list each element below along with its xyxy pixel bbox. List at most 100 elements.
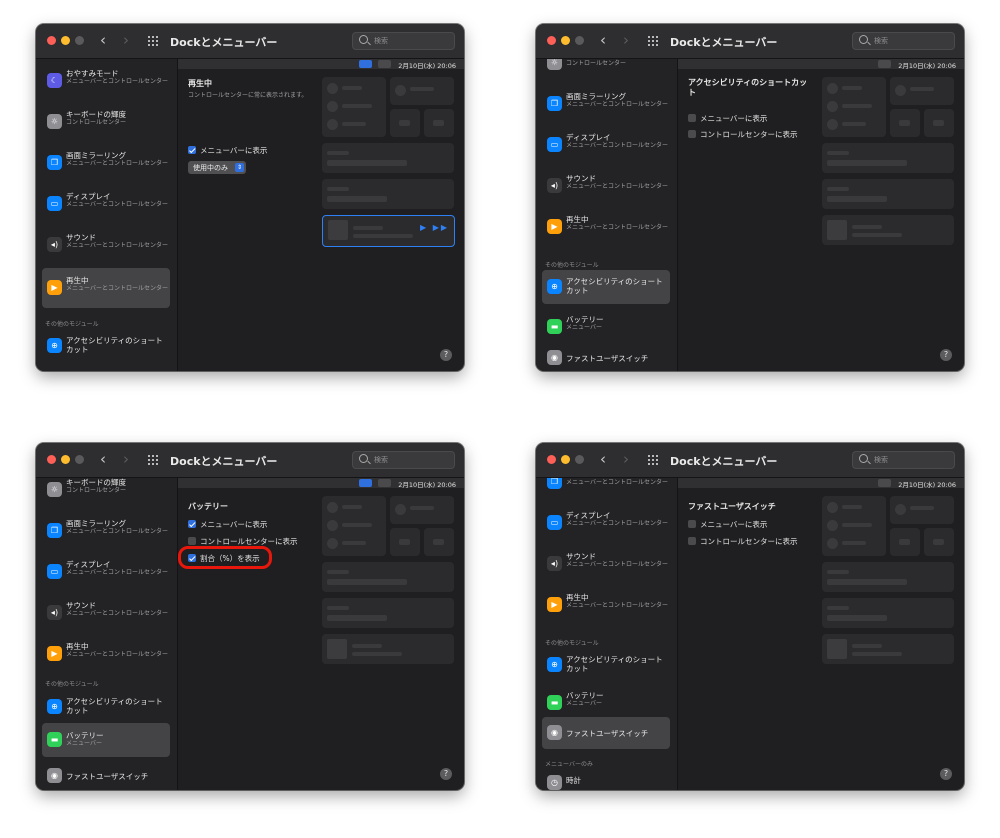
sidebar-item-fast-user-switching[interactable]: ◉ ファストユーザスイッチ: [42, 763, 170, 789]
help-button[interactable]: ?: [440, 349, 452, 361]
menubar-preview: 2月10日(水) 20:06: [678, 59, 964, 70]
close-window-button[interactable]: [47, 36, 56, 45]
back-icon[interactable]: ‹: [600, 31, 606, 49]
minimize-window-button[interactable]: [561, 455, 570, 464]
zoom-window-button[interactable]: [575, 36, 584, 45]
preview-tile-small: [924, 109, 954, 137]
sidebar-item-battery[interactable]: ▬ バッテリー メニューバー: [542, 309, 670, 345]
sidebar-item-subtitle: メニューバーとコントロールセンター: [66, 651, 168, 658]
checkbox-unchecked[interactable]: [688, 130, 696, 138]
sidebar-item-screen-mirroring[interactable]: ❐ メニューバーとコントロールセンター: [542, 478, 670, 500]
accessibility-icon: ⊕: [47, 338, 62, 353]
help-button[interactable]: ?: [940, 349, 952, 361]
sidebar-item-sound[interactable]: ◂) サウンド メニューバーとコントロールセンター: [42, 595, 170, 631]
show-all-grid-icon[interactable]: [648, 36, 660, 46]
sidebar-item-accessibility-shortcut[interactable]: ⊕ アクセシビリティのショートカット: [542, 270, 670, 304]
user-switch-icon: ◉: [47, 768, 62, 783]
back-icon[interactable]: ‹: [100, 31, 106, 49]
sidebar-item-do-not-disturb[interactable]: ☾ おやすみモード メニューバーとコントロールセンター: [42, 63, 170, 99]
preview-tile-focus: [890, 496, 954, 524]
sidebar-item-screen-mirroring[interactable]: ❐ 画面ミラーリング メニューバーとコントロールセンター: [42, 145, 170, 181]
title-bar: ‹ › Dockとメニューバー 検索: [36, 24, 464, 59]
sidebar-item-battery[interactable]: ▬ バッテリー メニューバー: [42, 723, 170, 757]
control-center-preview: [322, 492, 459, 692]
zoom-window-button[interactable]: [75, 455, 84, 464]
sidebar-item-subtitle: メニューバーとコントロールセンター: [566, 101, 668, 108]
sidebar-item-screen-mirroring[interactable]: ❐ 画面ミラーリング メニューバーとコントロールセンター: [542, 86, 670, 122]
minimize-window-button[interactable]: [561, 36, 570, 45]
checkbox-checked[interactable]: [188, 520, 196, 528]
sidebar-item-sound[interactable]: ◂) サウンド メニューバーとコントロールセンター: [542, 546, 670, 582]
checkbox-unchecked[interactable]: [688, 114, 696, 122]
window-title: Dockとメニューバー: [670, 36, 778, 49]
search-field[interactable]: 検索: [352, 32, 455, 50]
sidebar-item-now-playing[interactable]: ▶ 再生中 メニューバーとコントロールセンター: [42, 636, 170, 672]
sidebar-item-keyboard-brightness[interactable]: ☼ コントロールセンター: [542, 59, 670, 81]
zoom-window-button[interactable]: [75, 36, 84, 45]
preview-tile-display: [322, 143, 454, 173]
back-icon[interactable]: ‹: [100, 450, 106, 468]
close-window-button[interactable]: [547, 455, 556, 464]
sidebar-item-keyboard-brightness[interactable]: ☼ キーボードの輝度 コントロールセンター: [42, 478, 170, 508]
sidebar-item-title: アクセシビリティのショートカット: [66, 336, 163, 354]
sidebar-item-subtitle: コントロールセンター: [66, 119, 127, 126]
checkbox-unchecked[interactable]: [688, 520, 696, 528]
search-placeholder: 検索: [374, 37, 388, 45]
checkbox-checked[interactable]: [188, 146, 196, 154]
window-title: Dockとメニューバー: [670, 455, 778, 468]
sidebar-item-accessibility-shortcut[interactable]: ⊕ アクセシビリティのショートカット: [42, 330, 170, 362]
show-all-grid-icon[interactable]: [148, 36, 160, 46]
checkbox-unchecked[interactable]: [188, 537, 196, 545]
sidebar-item-accessibility-shortcut[interactable]: ⊕ アクセシビリティのショートカット: [542, 648, 670, 682]
preview-tile-display: [822, 562, 954, 592]
preview-tile-sound: [322, 179, 454, 209]
sidebar-item-battery[interactable]: ▬ バッテリー メニューバー: [542, 685, 670, 721]
sidebar-item-keyboard-brightness[interactable]: ☼ キーボードの輝度 コントロールセンター: [42, 104, 170, 140]
sidebar-item-now-playing[interactable]: ▶ 再生中 メニューバーとコントロールセンター: [42, 268, 170, 308]
close-window-button[interactable]: [47, 455, 56, 464]
sidebar-item-display[interactable]: ▭ ディスプレイ メニューバーとコントロールセンター: [42, 186, 170, 222]
forward-icon[interactable]: ›: [623, 31, 629, 49]
forward-icon[interactable]: ›: [623, 450, 629, 468]
menubar-preview: 2月10日(水) 20:06: [178, 478, 464, 489]
sidebar-item-display[interactable]: ▭ ディスプレイ メニューバーとコントロールセンター: [542, 505, 670, 541]
sidebar-item-now-playing[interactable]: ▶ 再生中 メニューバーとコントロールセンター: [542, 587, 670, 623]
search-field[interactable]: 検索: [852, 32, 955, 50]
checkbox-unchecked[interactable]: [688, 537, 696, 545]
sidebar-item-display[interactable]: ▭ ディスプレイ メニューバーとコントロールセンター: [42, 554, 170, 590]
search-placeholder: 検索: [374, 456, 388, 464]
accessibility-icon: ⊕: [47, 699, 62, 714]
help-button[interactable]: ?: [940, 768, 952, 780]
prefs-window-battery: ‹ › Dockとメニューバー 検索 ☼ キーボードの輝度 コントロールセンター ❐…: [36, 443, 464, 790]
sidebar-item-subtitle: メニューバーとコントロールセンター: [66, 201, 168, 208]
show-all-grid-icon[interactable]: [648, 455, 660, 465]
window-title: Dockとメニューバー: [170, 455, 278, 468]
sidebar-item-screen-mirroring[interactable]: ❐ 画面ミラーリング メニューバーとコントロールセンター: [42, 513, 170, 549]
search-field[interactable]: 検索: [852, 451, 955, 469]
show-all-grid-icon[interactable]: [148, 455, 160, 465]
sidebar-item-accessibility-shortcut[interactable]: ⊕ アクセシビリティのショートカット: [42, 690, 170, 724]
sidebar-item-sound[interactable]: ◂) サウンド メニューバーとコントロールセンター: [42, 227, 170, 263]
sidebar-item-subtitle: メニューバーとコントロールセンター: [566, 561, 668, 568]
preview-tile-small: [424, 528, 454, 556]
search-field[interactable]: 検索: [352, 451, 455, 469]
sidebar-item-clock[interactable]: ◷ 時計: [542, 770, 670, 790]
sidebar: ☾ おやすみモード メニューバーとコントロールセンター ☼ キーボードの輝度 コントロー…: [36, 59, 178, 371]
close-window-button[interactable]: [547, 36, 556, 45]
minimize-window-button[interactable]: [61, 455, 70, 464]
sidebar-item-fast-user-switching[interactable]: ◉ ファストユーザスイッチ: [542, 717, 670, 749]
section-header-other-modules: その他のモジュール: [45, 321, 99, 328]
sidebar-item-now-playing[interactable]: ▶ 再生中 メニューバーとコントロールセンター: [542, 209, 670, 245]
sidebar-item-fast-user-switching[interactable]: ◉ ファストユーザスイッチ: [542, 345, 670, 371]
forward-icon[interactable]: ›: [123, 31, 129, 49]
minimize-window-button[interactable]: [61, 36, 70, 45]
play-icon: ▶: [547, 219, 562, 234]
forward-icon[interactable]: ›: [123, 450, 129, 468]
sidebar-item-display[interactable]: ▭ ディスプレイ メニューバーとコントロールセンター: [542, 127, 670, 163]
back-icon[interactable]: ‹: [600, 450, 606, 468]
sidebar-item-sound[interactable]: ◂) サウンド メニューバーとコントロールセンター: [542, 168, 670, 204]
help-button[interactable]: ?: [440, 768, 452, 780]
zoom-window-button[interactable]: [575, 455, 584, 464]
show-when-popup[interactable]: 使用中のみ ⇕: [188, 161, 246, 174]
accessibility-icon: ⊕: [547, 657, 562, 672]
